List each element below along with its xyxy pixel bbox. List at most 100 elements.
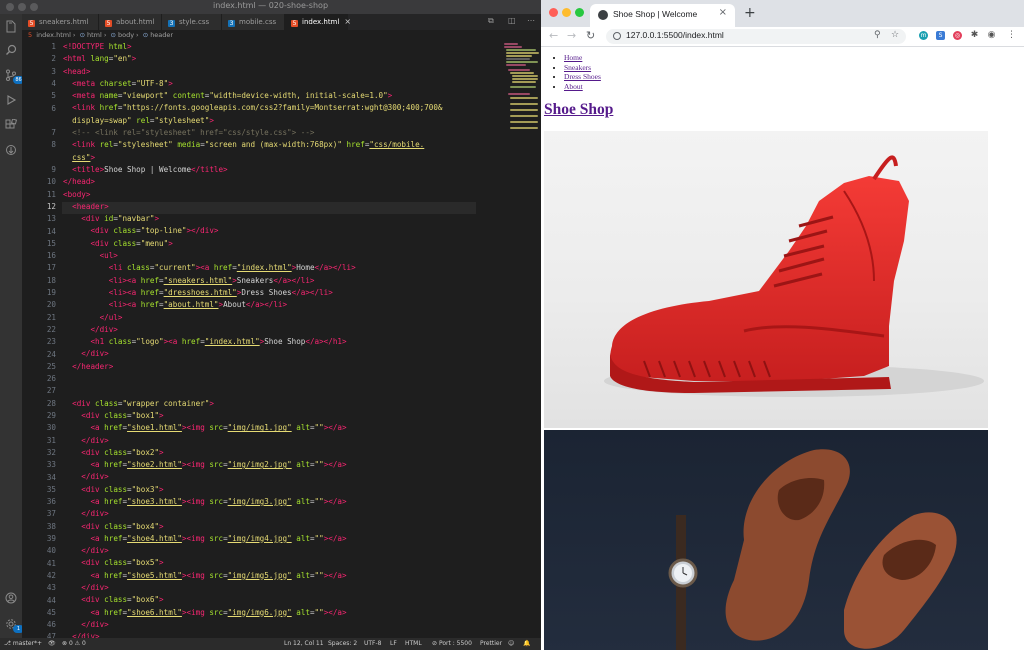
problems-indicator[interactable]: ⊗ 0 ⚠ 0 (62, 638, 86, 650)
tab-style-css[interactable]: 3 style.css (162, 14, 222, 30)
profile-icon[interactable]: ◉ (987, 31, 996, 40)
close-window-button[interactable] (549, 8, 558, 17)
close-tab-icon[interactable]: × (719, 7, 727, 18)
line-number: 33 (46, 460, 56, 470)
chevron-right-icon: › (72, 31, 76, 39)
sync-icon[interactable]: 👁 (48, 638, 56, 650)
line-number: 10 (46, 177, 56, 187)
minimize-window-button[interactable] (562, 8, 571, 17)
accounts-icon[interactable] (4, 592, 18, 606)
line-number: 44 (46, 595, 56, 605)
minimap-line (510, 103, 538, 105)
line-number: 43 (46, 583, 56, 593)
line-number: 18 (46, 275, 56, 285)
nav-link-home[interactable]: Home (564, 53, 582, 62)
line-number: 15 (46, 238, 56, 248)
minimap-line (506, 61, 538, 63)
product-image-dress-shoes[interactable] (544, 430, 988, 650)
tab-sneakers-html[interactable]: 5 sneakers.html (22, 14, 99, 30)
maximize-window-button[interactable] (575, 8, 584, 17)
element-icon: ⊙ (110, 31, 116, 39)
breadcrumb-item[interactable]: header (150, 31, 173, 39)
eol-indicator[interactable]: LF (390, 638, 397, 650)
compare-icon[interactable]: ⧉ (488, 16, 494, 26)
nav-link-dress-shoes[interactable]: Dress Shoes (564, 72, 601, 81)
line-number: 13 (46, 214, 56, 224)
minimap-line (506, 58, 530, 60)
reload-icon[interactable]: ↻ (586, 29, 595, 42)
breadcrumb: 5 index.html › ⊙ html › ⊙ body › ⊙ header (22, 30, 541, 41)
new-tab-button[interactable]: + (744, 5, 756, 21)
line-number: 26 (46, 374, 56, 384)
remote-explorer-icon[interactable] (4, 144, 18, 158)
tab-index-html[interactable]: 5 index.html × (285, 14, 351, 30)
line-number: 29 (46, 411, 56, 420)
line-number: 28 (46, 398, 56, 408)
extension-m-icon[interactable]: m (919, 31, 928, 40)
line-number: 31 (46, 435, 56, 445)
chevron-right-icon: › (103, 31, 107, 39)
bookmark-star-icon[interactable]: ☆ (891, 30, 899, 40)
minimap-line (504, 46, 522, 48)
line-number: 45 (46, 607, 56, 617)
nav-link-about[interactable]: About (564, 82, 583, 91)
browser-menu-icon[interactable]: ⋮ (1007, 31, 1016, 40)
extension-target-icon[interactable]: ◎ (953, 31, 962, 40)
line-number: 4 (51, 78, 56, 88)
code-editor[interactable]: 1 2 3 4 5 6 7 8 9 10 11 12 13 14 15 16 17 18 19 20 21 22 23 24 2… (22, 41, 541, 638)
minimap-line (506, 49, 536, 51)
search-icon[interactable] (4, 44, 18, 58)
line-number: 39 (46, 534, 56, 543)
formatter-indicator[interactable]: Prettier (480, 638, 502, 650)
line-number: 34 (46, 472, 56, 482)
info-icon[interactable] (613, 32, 621, 40)
line-number: 12 (46, 201, 56, 211)
manage-gear-icon[interactable]: 1 (4, 618, 24, 633)
html-file-icon: 5 (291, 20, 298, 27)
code-text[interactable]: <!DOCTYPE html> <html lang="en"> <head> … (63, 41, 471, 638)
nav-menu: Home Sneakers Dress Shoes About (541, 53, 601, 91)
indentation-indicator[interactable]: Spaces: 2 (328, 638, 357, 650)
line-number: 1 (51, 42, 56, 51)
line-number: 3 (51, 66, 56, 76)
live-server-port[interactable]: ⊘ Port : 5500 (432, 638, 472, 650)
url-text[interactable]: 127.0.0.1:5500/index.html (626, 30, 724, 40)
minimap[interactable] (502, 41, 540, 181)
minimap-line (510, 97, 538, 99)
broadcast-icon: ⊘ (432, 640, 439, 647)
address-bar[interactable]: 127.0.0.1:5500/index.html ⚲ ☆ (606, 29, 906, 44)
zoom-icon[interactable]: ⚲ (874, 30, 881, 40)
cursor-position[interactable]: Ln 12, Col 11 (284, 638, 324, 650)
forward-arrow-icon[interactable]: → (567, 29, 576, 42)
logo-link[interactable]: Shoe Shop (544, 101, 613, 118)
breadcrumb-item[interactable]: body (118, 31, 134, 39)
explorer-icon[interactable] (4, 20, 18, 34)
feedback-icon[interactable]: ☺ (508, 638, 514, 650)
minimap-line (510, 115, 538, 117)
more-actions-icon[interactable]: ⋯ (527, 16, 535, 25)
browser-tab-active[interactable]: Shoe Shop | Welcome × (590, 4, 735, 27)
editor-title-bar: index.html — 020-shoe-shop (0, 0, 541, 14)
back-arrow-icon[interactable]: ← (549, 29, 558, 42)
extensions-icon[interactable] (4, 118, 18, 133)
encoding-indicator[interactable]: UTF-8 (364, 638, 382, 650)
notifications-bell-icon[interactable]: 🔔 (523, 638, 530, 650)
extensions-puzzle-icon[interactable]: ✱ (970, 31, 979, 40)
close-tab-icon[interactable]: × (344, 17, 351, 26)
line-number: 7 (51, 128, 56, 138)
line-number: 30 (46, 423, 56, 433)
extension-screen-icon[interactable]: S (936, 31, 945, 40)
language-mode[interactable]: HTML (405, 638, 422, 650)
tab-about-html[interactable]: 5 about.html (99, 14, 162, 30)
branch-indicator[interactable]: ⎇ master*+ (4, 638, 42, 650)
line-number: 16 (46, 251, 56, 261)
run-debug-icon[interactable] (4, 94, 18, 108)
product-image-sneaker[interactable] (544, 131, 988, 428)
tab-mobile-css[interactable]: 3 mobile.css (222, 14, 285, 30)
nav-item-about: About (564, 82, 601, 92)
breadcrumb-item[interactable]: index.html (36, 31, 71, 39)
breadcrumb-item[interactable]: html (87, 31, 102, 39)
source-control-icon[interactable]: 86 (4, 69, 24, 84)
nav-link-sneakers[interactable]: Sneakers (564, 63, 591, 72)
split-editor-icon[interactable]: ◫ (508, 16, 516, 25)
